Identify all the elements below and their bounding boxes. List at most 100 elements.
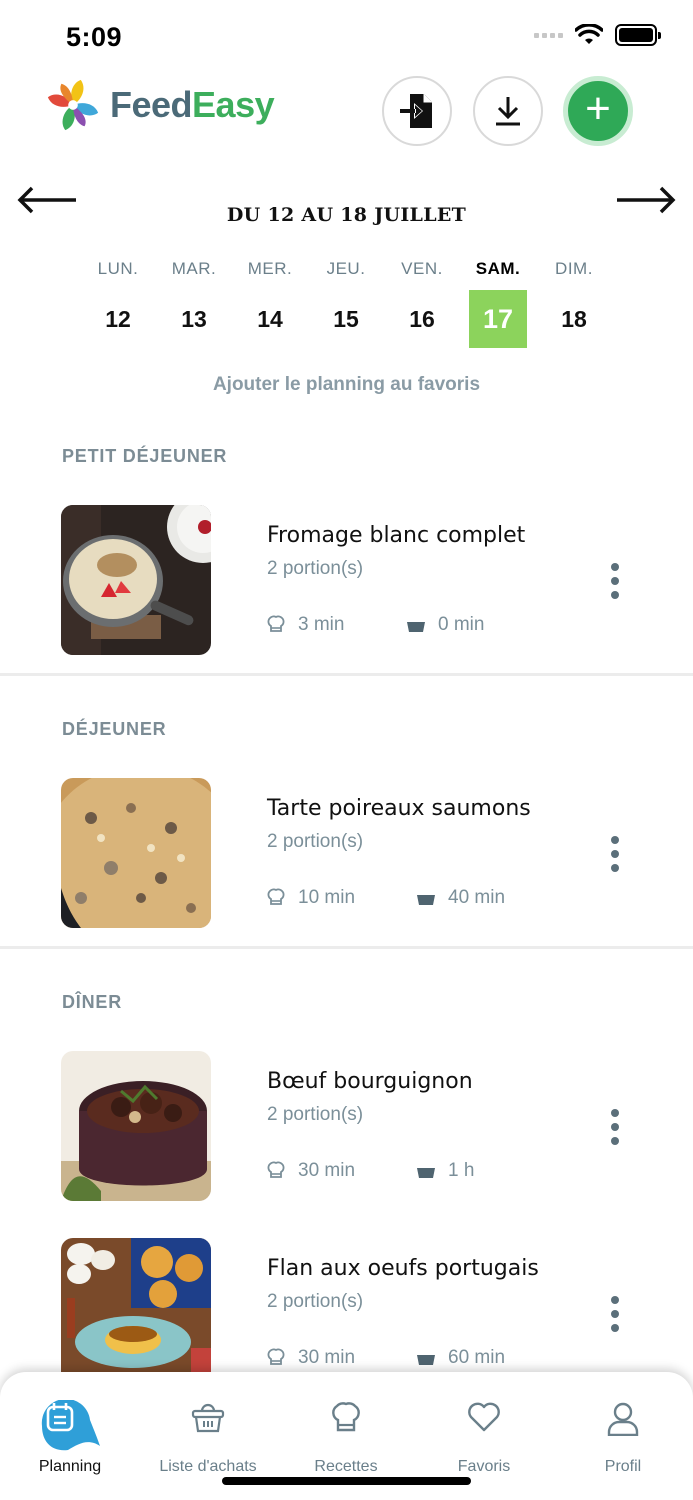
app-logo-text: FeedEasy xyxy=(110,84,275,125)
add-button[interactable]: + xyxy=(563,76,633,146)
meal-image xyxy=(61,1238,211,1388)
file-import-icon xyxy=(400,94,432,128)
app-logo: FeedEasy xyxy=(44,76,275,134)
status-bar: 5:09 xyxy=(0,0,693,70)
download-icon xyxy=(496,97,520,126)
chef-hat-icon xyxy=(267,1161,285,1178)
tab-label: Favoris xyxy=(457,1458,511,1475)
meal-portions: 2 portion(s) xyxy=(267,1291,364,1312)
meal-name: Tarte poireaux saumons xyxy=(267,796,531,821)
meal-image xyxy=(61,778,211,928)
week-navigation: DU 12 AU 18 JUILLET xyxy=(0,180,693,230)
day-name: LUN. xyxy=(97,259,139,278)
download-button[interactable] xyxy=(473,76,543,146)
cellular-signal-icon xyxy=(534,32,563,38)
tab-label: Planning xyxy=(38,1458,102,1475)
meal-times: 10 min 40 min xyxy=(266,887,505,909)
day-name: MER. xyxy=(247,259,293,278)
tab-label: Liste d'achats xyxy=(159,1458,257,1475)
day-name: SAM. xyxy=(475,259,521,278)
tab-profile[interactable]: Profil xyxy=(553,1372,693,1500)
meal-portions: 2 portion(s) xyxy=(267,831,364,852)
heart-icon xyxy=(468,1402,500,1432)
more-options-icon[interactable] xyxy=(605,563,625,599)
plus-icon: + xyxy=(585,84,611,133)
prep-time: 10 min xyxy=(298,887,356,908)
wifi-icon xyxy=(575,24,603,44)
meal-portions: 2 portion(s) xyxy=(267,1104,364,1125)
cooking-pot-icon xyxy=(407,622,425,632)
prep-time: 3 min xyxy=(298,614,345,635)
user-icon xyxy=(607,1402,639,1436)
feedeasy-logo-icon xyxy=(47,79,99,131)
section-title-breakfast: PETIT DÉJEUNER xyxy=(62,446,228,466)
tab-label: Recettes xyxy=(314,1458,378,1475)
day-number: 12 xyxy=(105,306,131,332)
day-sunday[interactable]: DIM. 18 xyxy=(536,256,612,352)
day-name: VEN. xyxy=(401,259,443,278)
day-friday[interactable]: VEN. 16 xyxy=(384,256,460,352)
section-title-dinner: DÎNER xyxy=(62,992,123,1012)
meal-item[interactable]: Tarte poireaux saumons 2 portion(s) 10 m… xyxy=(0,778,693,928)
meal-name: Bœuf bourguignon xyxy=(267,1069,473,1094)
section-title-lunch: DÉJEUNER xyxy=(62,719,167,739)
chef-hat-icon xyxy=(267,1348,285,1365)
day-monday[interactable]: LUN. 12 xyxy=(80,256,156,352)
cook-time: 60 min xyxy=(448,1347,506,1368)
battery-icon xyxy=(615,24,661,46)
calendar-icon xyxy=(46,1403,74,1432)
week-range-title: DU 12 AU 18 JUILLET xyxy=(226,204,467,226)
tab-planning[interactable]: Planning xyxy=(0,1372,140,1500)
day-thursday[interactable]: JEU. 15 xyxy=(308,256,384,352)
meal-times: 30 min 1 h xyxy=(266,1160,474,1182)
cooking-pot-icon xyxy=(417,1168,435,1178)
chef-hat-icon xyxy=(267,888,285,905)
tab-label: Profil xyxy=(604,1458,642,1475)
meal-image xyxy=(61,1051,211,1201)
chef-hat-icon xyxy=(267,615,285,632)
next-week-arrow-icon[interactable] xyxy=(615,180,677,220)
day-number: 15 xyxy=(333,306,359,332)
meal-item[interactable]: Fromage blanc complet 2 portion(s) 3 min… xyxy=(0,505,693,655)
cooking-pot-icon xyxy=(417,895,435,905)
day-number: 18 xyxy=(561,306,587,332)
prep-time: 30 min xyxy=(298,1347,356,1368)
more-options-icon[interactable] xyxy=(605,1296,625,1332)
meal-portions: 2 portion(s) xyxy=(267,558,364,579)
day-number: 13 xyxy=(181,306,207,332)
day-tuesday[interactable]: MAR. 13 xyxy=(156,256,232,352)
more-options-icon[interactable] xyxy=(605,836,625,872)
cook-time: 40 min xyxy=(448,887,506,908)
chef-hat-icon xyxy=(332,1402,360,1432)
prep-time: 30 min xyxy=(298,1160,356,1181)
day-name: DIM. xyxy=(555,259,593,278)
meal-name: Flan aux oeufs portugais xyxy=(267,1256,539,1281)
app-header: FeedEasy + xyxy=(0,74,693,146)
day-selector: LUN. 12 MAR. 13 MER. 14 JEU. 15 VEN. 16 … xyxy=(80,256,612,352)
home-indicator[interactable] xyxy=(222,1477,471,1485)
status-time: 5:09 xyxy=(66,22,123,52)
section-divider xyxy=(0,946,693,949)
meal-name: Fromage blanc complet xyxy=(267,523,526,548)
day-name: JEU. xyxy=(326,259,366,278)
add-planning-to-favorites-link[interactable]: Ajouter le planning au favoris xyxy=(0,374,693,396)
meal-times: 3 min 0 min xyxy=(266,614,484,636)
section-divider xyxy=(0,673,693,676)
basket-icon xyxy=(191,1403,225,1433)
day-name: MAR. xyxy=(171,259,217,278)
export-button[interactable] xyxy=(382,76,452,146)
cook-time: 1 h xyxy=(448,1160,475,1181)
more-options-icon[interactable] xyxy=(605,1109,625,1145)
cook-time: 0 min xyxy=(438,614,485,635)
day-saturday-selected[interactable]: SAM. 17 xyxy=(460,256,536,352)
day-number: 14 xyxy=(257,306,283,332)
day-number: 17 xyxy=(469,290,527,348)
meal-item[interactable]: Flan aux oeufs portugais 2 portion(s) 30… xyxy=(0,1238,693,1388)
meal-item[interactable]: Bœuf bourguignon 2 portion(s) 30 min 1 h xyxy=(0,1051,693,1201)
day-wednesday[interactable]: MER. 14 xyxy=(232,256,308,352)
meal-times: 30 min 60 min xyxy=(266,1347,505,1369)
cooking-pot-icon xyxy=(417,1355,435,1365)
day-number: 16 xyxy=(409,306,435,332)
status-icons xyxy=(534,24,661,46)
meal-image xyxy=(61,505,211,655)
